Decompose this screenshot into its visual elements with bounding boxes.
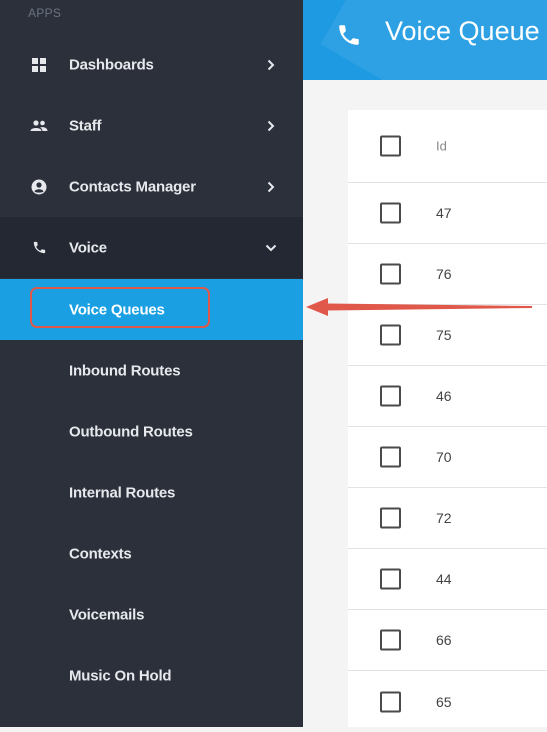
chevron-down-icon [264, 241, 278, 255]
row-id: 65 [436, 693, 452, 710]
row-id: 70 [436, 449, 452, 465]
page-header: Voice Queue [303, 0, 547, 80]
row-id: 47 [436, 205, 452, 221]
select-all-checkbox[interactable] [380, 135, 401, 157]
row-checkbox[interactable] [380, 629, 401, 651]
table-row[interactable]: 76 [348, 244, 547, 305]
sidebar-item-label: Dashboards [69, 56, 154, 73]
table-row[interactable]: 65 [348, 671, 547, 732]
row-checkbox[interactable] [380, 568, 401, 590]
row-checkbox[interactable] [380, 446, 401, 468]
row-checkbox[interactable] [380, 202, 401, 224]
table-row[interactable]: 47 [348, 183, 547, 244]
row-id: 75 [436, 327, 452, 343]
table-row[interactable]: 66 [348, 610, 547, 671]
table-row[interactable]: 44 [348, 549, 547, 610]
dashboard-icon [30, 56, 48, 74]
sidebar-subitem-label: Inbound Routes [69, 362, 181, 379]
sidebar-subitem-label: Contexts [69, 545, 132, 562]
sidebar: APPS Dashboards Staff Contacts Manager V [0, 0, 303, 727]
account-circle-icon [30, 178, 48, 196]
chevron-right-icon [264, 180, 278, 194]
sidebar-subitem-label: Music On Hold [69, 667, 172, 684]
row-id: 72 [436, 510, 452, 526]
sidebar-subitem-label: Voicemails [69, 606, 145, 623]
sidebar-subitem-contexts[interactable]: Contexts [0, 523, 303, 584]
sidebar-subitem-internal-routes[interactable]: Internal Routes [0, 462, 303, 523]
row-checkbox[interactable] [380, 263, 401, 285]
chevron-right-icon [264, 119, 278, 133]
table-row[interactable]: 72 [348, 488, 547, 549]
sidebar-item-contacts-manager[interactable]: Contacts Manager [0, 156, 303, 217]
page-title: Voice Queue [385, 16, 540, 46]
row-id: 76 [436, 266, 452, 282]
phone-icon [336, 22, 362, 48]
people-icon [30, 117, 48, 135]
sidebar-subitem-label: Outbound Routes [69, 423, 193, 440]
sidebar-item-label: Staff [69, 117, 102, 134]
table-row[interactable]: 46 [348, 366, 547, 427]
queues-table: Id 47 76 75 46 70 72 44 66 65 [348, 110, 547, 727]
sidebar-subitem-inbound-routes[interactable]: Inbound Routes [0, 340, 303, 401]
phone-icon [30, 239, 48, 257]
sidebar-item-voice[interactable]: Voice [0, 217, 303, 278]
column-header-id[interactable]: Id [436, 139, 447, 154]
annotation-highlight-box [30, 287, 210, 328]
sidebar-subitem-voicemails[interactable]: Voicemails [0, 584, 303, 645]
row-checkbox[interactable] [380, 507, 401, 529]
sidebar-item-label: Contacts Manager [69, 178, 196, 195]
annotation-arrow [306, 298, 532, 316]
table-header-row: Id [348, 110, 547, 183]
sidebar-item-staff[interactable]: Staff [0, 95, 303, 156]
sidebar-item-dashboards[interactable]: Dashboards [0, 34, 303, 95]
sidebar-item-label: Voice [69, 239, 107, 256]
sidebar-section-label: APPS [28, 6, 62, 20]
table-row[interactable]: 70 [348, 427, 547, 488]
sidebar-subitem-music-on-hold[interactable]: Music On Hold [0, 645, 303, 706]
row-checkbox[interactable] [380, 385, 401, 407]
row-id: 66 [436, 632, 452, 648]
row-checkbox[interactable] [380, 324, 401, 346]
row-id: 46 [436, 388, 452, 404]
sidebar-subitem-label: Internal Routes [69, 484, 176, 501]
chevron-right-icon [264, 58, 278, 72]
sidebar-subitem-outbound-routes[interactable]: Outbound Routes [0, 401, 303, 462]
row-id: 44 [436, 571, 452, 587]
row-checkbox[interactable] [380, 691, 401, 712]
